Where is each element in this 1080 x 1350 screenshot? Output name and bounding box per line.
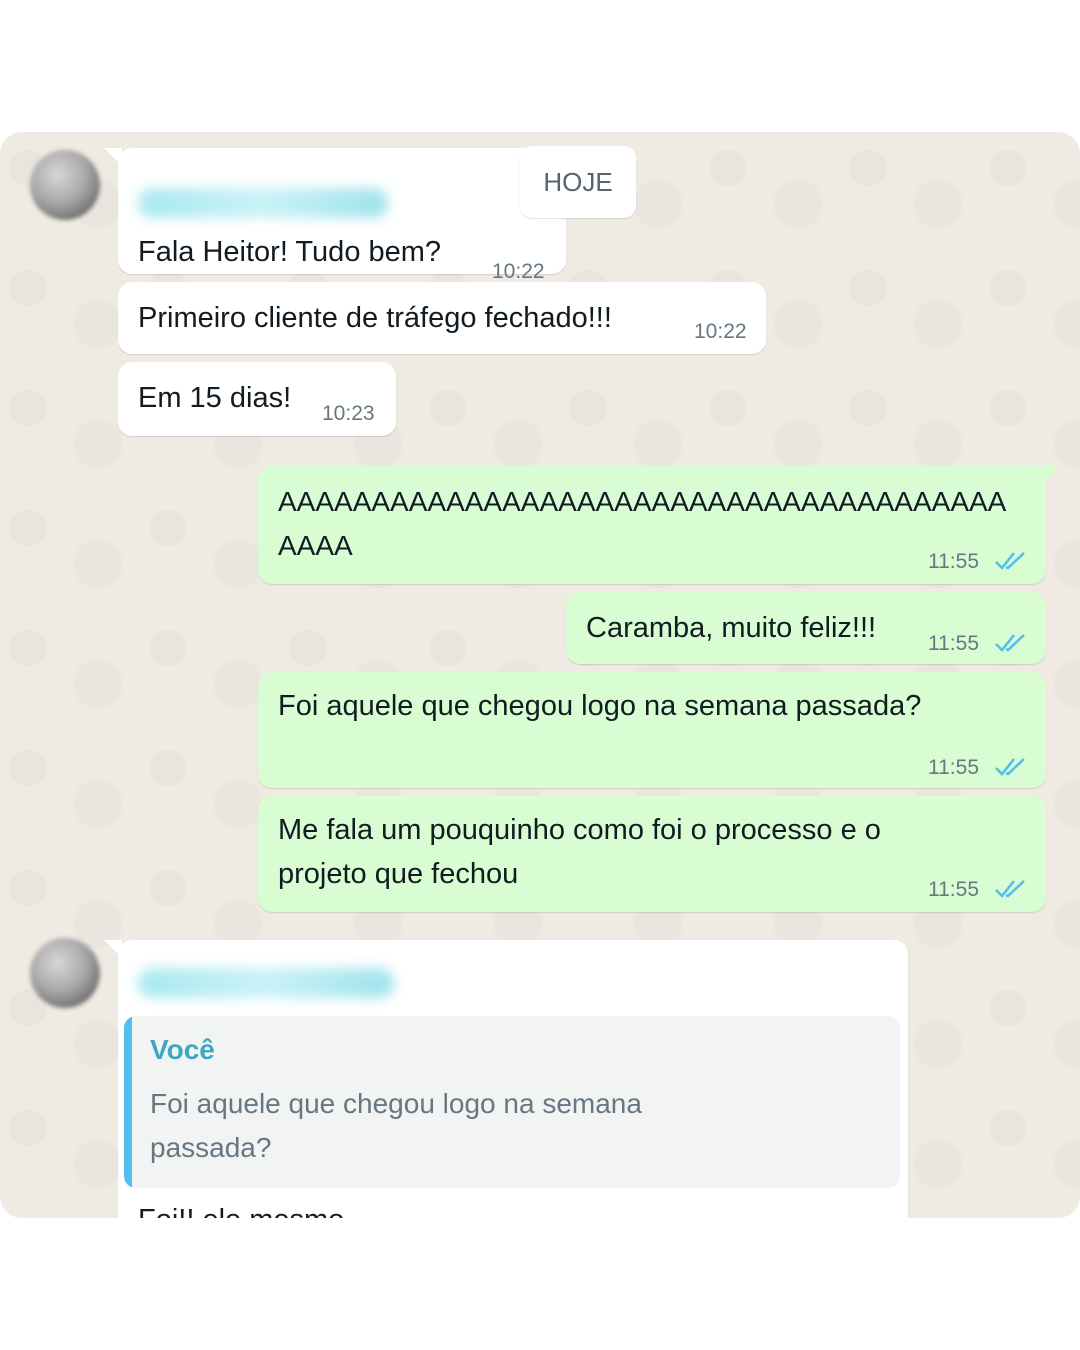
quote-bar: [124, 1016, 132, 1188]
incoming-message-3[interactable]: Em 15 dias! 10:23: [118, 362, 396, 436]
incoming-message-2[interactable]: Primeiro cliente de tráfego fechado!!! 1…: [118, 282, 766, 354]
outgoing-message-4[interactable]: Me fala um pouquinho como foi o processo…: [258, 796, 1046, 912]
message-text: Fala Heitor! Tudo bem?: [138, 236, 442, 268]
chat-window: Fala Heitor! Tudo bem? 10:22 HOJE Primei…: [0, 132, 1080, 1218]
message-time: 11:55: [928, 878, 979, 901]
contact-avatar[interactable]: [30, 150, 100, 220]
double-check-icon: [995, 880, 1025, 898]
message-time: 10:22: [694, 320, 747, 343]
contact-avatar[interactable]: [30, 938, 100, 1008]
message-text: AAAAAAAAAAAAAAAAAAAAAAAAAAAAAAAAAAAAAAAA…: [278, 486, 1007, 561]
outgoing-message-1[interactable]: AAAAAAAAAAAAAAAAAAAAAAAAAAAAAAAAAAAAAAAA…: [258, 466, 1060, 584]
double-check-icon: [995, 758, 1025, 776]
sender-name-blurred: [138, 188, 388, 218]
double-check-icon: [995, 634, 1025, 652]
message-text: Caramba, muito feliz!!!: [586, 612, 877, 644]
quoted-message[interactable]: Você Foi aquele que chegou logo na seman…: [124, 1016, 900, 1188]
incoming-reply-message[interactable]: Você Foi aquele que chegou logo na seman…: [104, 940, 908, 1218]
double-check-icon: [995, 552, 1025, 570]
message-time: 11:55: [928, 632, 979, 655]
partial-message-text: Foi!! ele mesmo: [138, 1204, 344, 1218]
message-time: 11:55: [928, 550, 979, 573]
outgoing-message-3[interactable]: Foi aquele que chegou logo na semana pas…: [258, 672, 1046, 788]
quoted-author: Você: [150, 1034, 215, 1065]
message-text: Em 15 dias!: [138, 382, 292, 414]
date-badge: HOJE: [520, 146, 636, 218]
message-text: Primeiro cliente de tráfego fechado!!!: [138, 302, 612, 334]
quoted-text: Foi aquele que chegou logo na semana pas…: [150, 1088, 642, 1163]
message-text: Foi aquele que chegou logo na semana pas…: [278, 690, 922, 722]
incoming-message-1[interactable]: Fala Heitor! Tudo bem? 10:22: [104, 148, 566, 283]
message-text: Me fala um pouquinho como foi o processo…: [278, 814, 881, 890]
message-time: 11:55: [928, 756, 979, 779]
sender-name-blurred: [138, 968, 394, 998]
outgoing-message-2[interactable]: Caramba, muito feliz!!! 11:55: [566, 592, 1046, 664]
message-time: 10:23: [322, 402, 375, 425]
message-time: 10:22: [492, 260, 545, 283]
